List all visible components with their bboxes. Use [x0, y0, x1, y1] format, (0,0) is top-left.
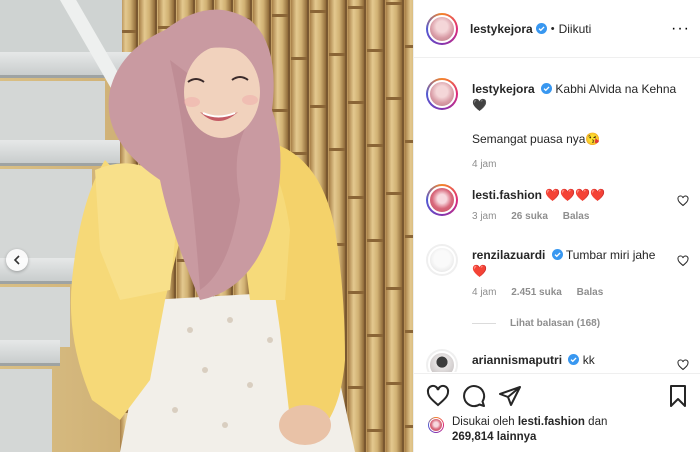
- caption-text-line1: Kabhi Alvida na Kehna: [555, 82, 677, 96]
- likes-prefix: Disukai oleh: [452, 416, 515, 428]
- share-icon: [499, 386, 521, 406]
- comment-button[interactable]: [462, 384, 486, 408]
- view-replies-label: Lihat balasan (168): [510, 318, 601, 329]
- share-button[interactable]: [498, 384, 522, 408]
- save-button[interactable]: [666, 384, 690, 408]
- comments-list[interactable]: lestykejora Kabhi Alvida na Kehna 🖤 Sema…: [414, 59, 700, 372]
- likes-suffix[interactable]: lainnya: [497, 431, 537, 443]
- verified-badge-icon: [541, 83, 553, 94]
- post-actions: Disukai oleh lesti.fashion dan 269,814 l…: [414, 373, 700, 452]
- carousel-prev-button[interactable]: [6, 249, 28, 271]
- verified-badge-icon: [551, 249, 563, 260]
- comment-text: kk: [582, 353, 595, 367]
- likes-count[interactable]: 269,814: [452, 431, 494, 443]
- commenter-avatar[interactable]: [426, 184, 458, 216]
- liker-username[interactable]: lesti.fashion: [518, 416, 585, 428]
- follow-status-button[interactable]: Diikuti: [559, 22, 592, 36]
- instagram-post-modal: lestykejora • Diikuti ··· lestykejora Ka…: [0, 0, 700, 452]
- commenter-avatar[interactable]: [426, 244, 458, 276]
- heart-icon[interactable]: [677, 195, 689, 207]
- separator-dot: •: [550, 22, 555, 35]
- commenter-avatar[interactable]: [426, 349, 458, 372]
- comment-username[interactable]: ariannismaputri: [472, 353, 562, 367]
- comment-time[interactable]: 4 jam: [472, 287, 496, 298]
- caption-avatar[interactable]: [426, 78, 458, 110]
- chevron-left-icon: [13, 255, 20, 265]
- comment-text: Tumbar miri jahe: [565, 248, 656, 262]
- comment-username[interactable]: renzilazuardi: [472, 248, 545, 262]
- likes-summary: Disukai oleh lesti.fashion dan 269,814 l…: [428, 415, 693, 445]
- caption-time[interactable]: 4 jam: [472, 159, 496, 170]
- caption-heart: 🖤: [472, 98, 487, 112]
- caption-username[interactable]: lestykejora: [472, 82, 535, 96]
- comment-likes[interactable]: 2.451 suka: [511, 287, 562, 298]
- heart-icon[interactable]: [677, 255, 689, 267]
- caption-text-line2: Semangat puasa nya😘: [472, 132, 601, 146]
- comment-item: lesti.fashion ❤️❤️❤️❤️ 3 jam 26 suka Bal…: [426, 184, 691, 222]
- liker-avatar[interactable]: [428, 417, 444, 433]
- comment-text: ❤️❤️❤️❤️: [545, 188, 606, 202]
- comment-heart: ❤️: [472, 264, 487, 278]
- heart-icon[interactable]: [677, 359, 689, 371]
- reply-link[interactable]: Balas: [563, 211, 590, 222]
- comment-item: renzilazuardi Tumbar miri jahe ❤️ 4 jam …: [426, 244, 691, 298]
- verified-badge-icon: [535, 23, 547, 34]
- more-icon: ···: [671, 20, 690, 37]
- post-caption: lestykejora Kabhi Alvida na Kehna 🖤 Sema…: [426, 78, 691, 170]
- comment-icon: [463, 385, 486, 408]
- view-replies-link[interactable]: Lihat balasan (168): [472, 318, 600, 329]
- comment-item: ariannismaputri kk: [426, 349, 691, 372]
- reply-link[interactable]: Balas: [577, 287, 604, 298]
- more-options-button[interactable]: ···: [671, 20, 690, 37]
- woman-figure: [70, 9, 355, 452]
- replies-divider: [472, 322, 496, 324]
- likes-conj: dan: [588, 416, 608, 428]
- comment-time[interactable]: 3 jam: [472, 211, 496, 222]
- verified-badge-icon: [568, 354, 580, 365]
- author-username[interactable]: lestykejora: [470, 22, 533, 36]
- post-side-panel: lestykejora • Diikuti ··· lestykejora Ka…: [413, 0, 700, 452]
- post-photo[interactable]: [0, 0, 413, 452]
- bookmark-icon: [670, 385, 686, 407]
- post-header: lestykejora • Diikuti ···: [414, 0, 700, 58]
- comment-likes[interactable]: 26 suka: [511, 211, 548, 222]
- like-button[interactable]: [426, 384, 450, 408]
- heart-icon: [426, 384, 450, 407]
- comment-username[interactable]: lesti.fashion: [472, 188, 542, 202]
- author-avatar[interactable]: [426, 12, 458, 45]
